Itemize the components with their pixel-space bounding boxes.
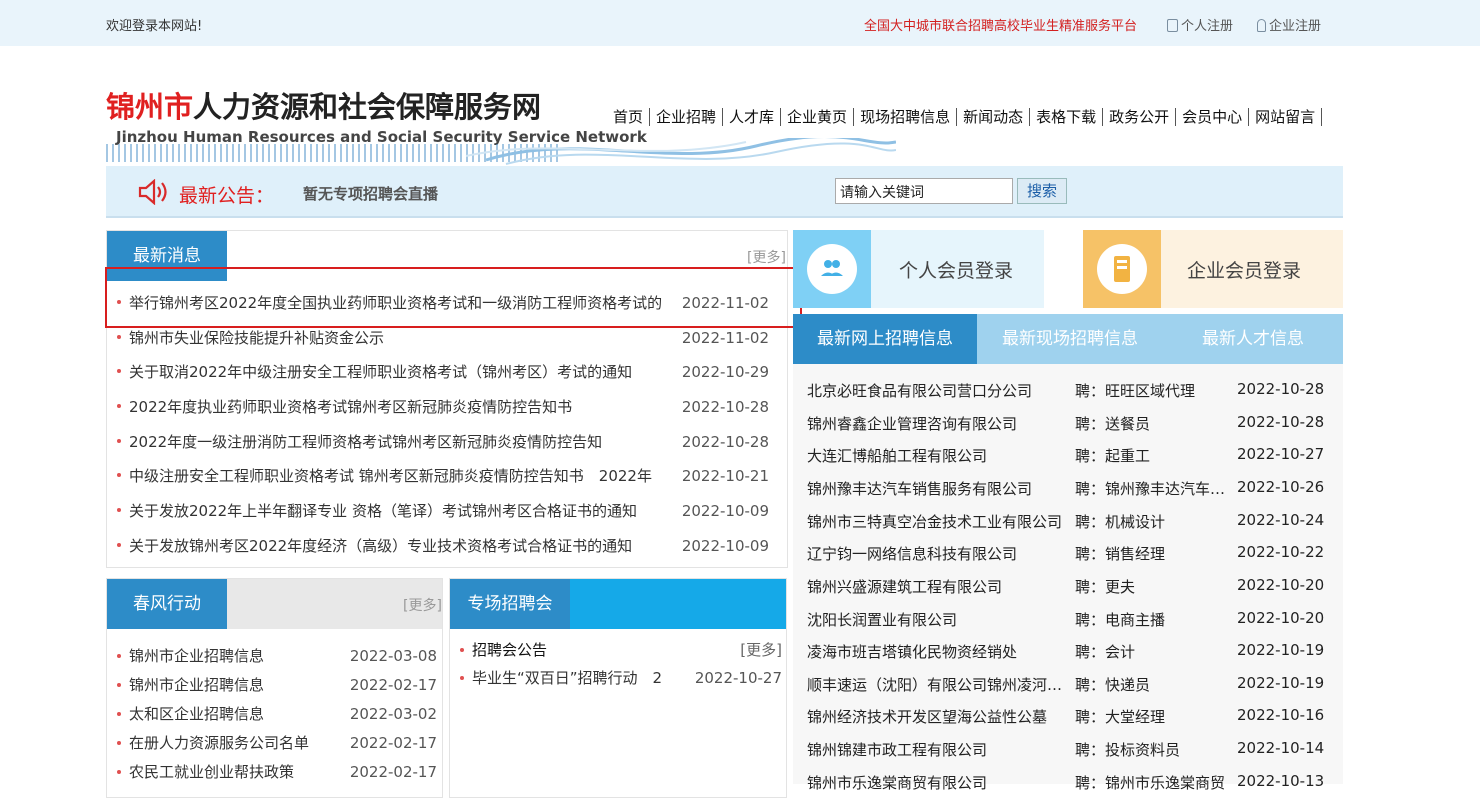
nav-gov-affairs[interactable]: 政务公开 <box>1103 108 1177 126</box>
table-row[interactable]: 大连汇博船舶工程有限公司 聘：起重工 2022-10-27 <box>807 445 1337 478</box>
bullet-icon <box>117 508 121 513</box>
notice-label: 最新公告： <box>179 185 275 207</box>
list-item[interactable]: 关于取消2022年中级注册安全工程师职业资格考试（锦州考区）考试的通知 2022-… <box>117 355 769 391</box>
login-icon-area <box>793 230 871 308</box>
company-login-label: 企业会员登录 <box>1187 260 1302 282</box>
highlight-box <box>105 267 802 328</box>
company-login-button[interactable]: 企业会员登录 <box>1083 230 1343 308</box>
spring-list: 锦州市企业招聘信息 2022-03-08 锦州市企业招聘信息 2022-02-17 … <box>117 642 437 787</box>
table-row[interactable]: 锦州兴盛源建筑工程有限公司 聘：更夫 2022-10-20 <box>807 576 1337 609</box>
special-fair-panel: 专场招聘会 招聘会公告 [更多] 毕业生“双百日”招聘行动 2 2022-10-27 <box>449 578 787 798</box>
platform-link[interactable]: 全国大中城市联合招聘高校毕业生精准服务平台 <box>864 15 1137 34</box>
table-row[interactable]: 锦州市乐逸棠商贸有限公司 聘：锦州市乐逸棠商贸 2022-10-13 <box>807 772 1337 805</box>
header-wave-decoration <box>106 138 896 165</box>
table-row[interactable]: 锦州经济技术开发区望海公益性公墓 聘：大堂经理 2022-10-16 <box>807 706 1337 739</box>
main-nav: 首页 企业招聘 人才库 企业黄页 现场招聘信息 新闻动态 表格下载 政务公开 会… <box>607 108 1323 126</box>
bullet-icon <box>460 648 464 652</box>
table-row[interactable]: 锦州市三特真空冶金技术工业有限公司 聘：机械设计 2022-10-24 <box>807 511 1337 544</box>
company-register-label: 企业注册 <box>1269 19 1322 34</box>
lock-icon <box>1257 19 1266 32</box>
logo-title: 锦州市人力资源和社会保障服务网 <box>106 84 606 126</box>
list-item[interactable]: 关于发放锦州考区2022年度经济（高级）专业技术资格考试合格证书的通知 2022-… <box>117 528 769 564</box>
spring-more-link[interactable]: [更多] <box>403 595 442 615</box>
bullet-icon <box>117 404 121 409</box>
personal-register-label: 个人注册 <box>1181 19 1234 34</box>
special-fair-list: 招聘会公告 [更多] 毕业生“双百日”招聘行动 2 2022-10-27 <box>460 636 782 692</box>
job-list: 北京必旺食品有限公司营口分公司 聘：旺旺区域代理 2022-10-28 锦州睿鑫企业… <box>793 364 1343 792</box>
nav-yellow-pages[interactable]: 企业黄页 <box>781 108 855 126</box>
login-icon-area <box>1083 230 1161 308</box>
spring-action-title[interactable]: 春风行动 <box>107 579 227 629</box>
special-fair-more-link[interactable]: [更多] <box>738 636 782 664</box>
table-row[interactable]: 凌海市班吉塔镇化民物资经销处 聘：会计 2022-10-19 <box>807 641 1337 674</box>
nav-member-center[interactable]: 会员中心 <box>1176 108 1250 126</box>
speaker-icon <box>138 179 167 205</box>
personal-register-link[interactable]: 个人注册 <box>1167 15 1233 34</box>
welcome-text: 欢迎登录本网站! <box>106 19 203 34</box>
list-item[interactable]: 2022年度执业药师职业资格考试锦州考区新冠肺炎疫情防控告知书 2022-10-2… <box>117 390 769 425</box>
job-tabs: 最新网上招聘信息 最新现场招聘信息 最新人才信息 <box>793 314 1343 364</box>
bullet-icon <box>117 770 121 774</box>
logo-title-text: 人力资源和社会保障服务网 <box>193 90 542 124</box>
special-fair-title[interactable]: 专场招聘会 <box>450 579 570 629</box>
tab-talent[interactable]: 最新人才信息 <box>1163 314 1343 364</box>
list-item[interactable]: 中级注册安全工程师职业资格考试 锦州考区新冠肺炎疫情防控告知书 2022年 202… <box>117 459 769 495</box>
notice-text[interactable]: 暂无专项招聘会直播 <box>303 183 438 204</box>
latest-news-more-link[interactable]: [更多] <box>747 247 786 267</box>
bullet-icon <box>117 542 121 547</box>
company-register-link[interactable]: 企业注册 <box>1257 15 1321 34</box>
table-row[interactable]: 沈阳长润置业有限公司 聘：电商主播 2022-10-20 <box>807 609 1337 642</box>
list-item[interactable]: 毕业生“双百日”招聘行动 2 2022-10-27 <box>460 664 782 692</box>
nav-forms[interactable]: 表格下载 <box>1030 108 1104 126</box>
bullet-icon <box>117 683 121 687</box>
list-item[interactable]: 锦州市企业招聘信息 2022-03-08 <box>117 642 437 671</box>
list-item[interactable]: 太和区企业招聘信息 2022-03-02 <box>117 700 437 729</box>
document-icon <box>1167 19 1178 32</box>
nav-talent-pool[interactable]: 人才库 <box>723 108 782 126</box>
nav-onsite-recruit[interactable]: 现场招聘信息 <box>854 108 958 126</box>
building-icon <box>1097 244 1147 294</box>
nav-message[interactable]: 网站留言 <box>1249 108 1323 126</box>
top-bar: 欢迎登录本网站! 全国大中城市联合招聘高校毕业生精准服务平台 个人注册 企业注册 <box>0 0 1480 46</box>
search-input[interactable]: 请输入关键词 <box>835 178 1013 204</box>
table-row[interactable]: 锦州锦建市政工程有限公司 聘：投标资料员 2022-10-14 <box>807 739 1337 772</box>
nav-company-recruit[interactable]: 企业招聘 <box>650 108 724 126</box>
notice-bar: 最新公告： 暂无专项招聘会直播 请输入关键词 搜索 <box>106 166 1343 218</box>
bullet-icon <box>117 712 121 716</box>
nav-home[interactable]: 首页 <box>607 108 651 126</box>
table-row[interactable]: 锦州豫丰达汽车销售服务有限公司 聘：锦州豫丰达汽车销售 2022-10-26 <box>807 478 1337 511</box>
logo-city: 锦州市 <box>106 90 194 124</box>
bullet-icon <box>117 334 121 339</box>
bullet-icon <box>117 369 121 374</box>
bullet-icon <box>117 438 121 443</box>
table-row[interactable]: 顺丰速运（沈阳）有限公司锦州凌河分公司 聘：快递员 2022-10-19 <box>807 674 1337 707</box>
tab-onsite-jobs[interactable]: 最新现场招聘信息 <box>977 314 1163 364</box>
nav-news[interactable]: 新闻动态 <box>957 108 1031 126</box>
tab-online-jobs[interactable]: 最新网上招聘信息 <box>793 314 977 364</box>
user-icon <box>807 244 857 294</box>
list-item[interactable]: 锦州市企业招聘信息 2022-02-17 <box>117 671 437 700</box>
personal-login-button[interactable]: 个人会员登录 <box>793 230 1044 308</box>
list-item[interactable]: 招聘会公告 [更多] <box>460 636 782 664</box>
list-item[interactable]: 农民工就业创业帮扶政策 2022-02-17 <box>117 758 437 787</box>
bullet-icon <box>117 473 121 478</box>
bullet-icon <box>460 676 464 680</box>
list-item[interactable]: 关于发放2022年上半年翻译专业 资格（笔译）考试锦州考区合格证书的通知 2022… <box>117 494 769 529</box>
search-button[interactable]: 搜索 <box>1017 178 1067 204</box>
personal-login-label: 个人会员登录 <box>899 260 1014 282</box>
spring-action-panel: 春风行动 [更多] 锦州市企业招聘信息 2022-03-08 锦州市企业招聘信息 2… <box>106 578 443 798</box>
list-item[interactable]: 2022年度一级注册消防工程师资格考试锦州考区新冠肺炎疫情防控告知 2022-10… <box>117 424 769 460</box>
bullet-icon <box>117 654 121 658</box>
bullet-icon <box>117 741 121 745</box>
list-item[interactable]: 在册人力资源服务公司名单 2022-02-17 <box>117 729 437 758</box>
table-row[interactable]: 辽宁钧一网络信息科技有限公司 聘：销售经理 2022-10-22 <box>807 543 1337 576</box>
table-row[interactable]: 北京必旺食品有限公司营口分公司 聘：旺旺区域代理 2022-10-28 <box>807 380 1337 413</box>
table-row[interactable]: 锦州睿鑫企业管理咨询有限公司 聘：送餐员 2022-10-28 <box>807 413 1337 446</box>
